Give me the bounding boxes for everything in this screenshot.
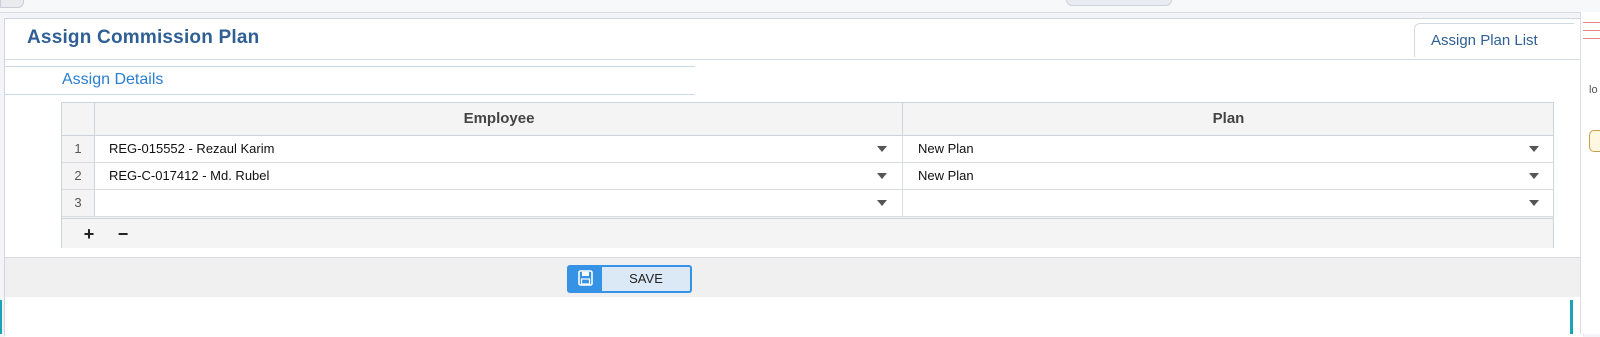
floppy-disk-icon <box>569 267 602 291</box>
row-number: 2 <box>62 163 95 189</box>
save-button[interactable]: SAVE <box>567 265 692 293</box>
action-bar: SAVE <box>5 257 1583 297</box>
chevron-down-icon[interactable] <box>877 146 887 152</box>
table-row[interactable]: 1 REG-015552 - Rezaul Karim New Plan <box>62 136 1553 163</box>
employee-value: REG-015552 - Rezaul Karim <box>109 141 275 156</box>
commission-plan-panel: Assign Commission Plan Assign Plan List … <box>4 18 1584 337</box>
divider <box>1583 22 1600 23</box>
chevron-down-icon[interactable] <box>1529 146 1539 152</box>
divider <box>1583 38 1600 39</box>
plan-select[interactable]: New Plan <box>904 136 1553 162</box>
assign-details-grid: Employee Plan 1 REG-015552 - Rezaul Kari… <box>61 102 1554 248</box>
section-title: Assign Details <box>62 71 164 88</box>
plan-value: New Plan <box>918 141 974 156</box>
chevron-down-icon[interactable] <box>1529 200 1539 206</box>
chevron-down-icon[interactable] <box>1529 173 1539 179</box>
row-number: 3 <box>62 190 95 216</box>
employee-select[interactable]: REG-C-017412 - Md. Rubel <box>96 163 903 189</box>
employee-column-header: Employee <box>96 103 903 135</box>
plan-select[interactable]: New Plan <box>904 163 1553 189</box>
employee-select[interactable]: REG-015552 - Rezaul Karim <box>96 136 903 162</box>
section-header: Assign Details <box>5 66 695 95</box>
remove-row-button[interactable]: − <box>112 223 134 245</box>
browser-tab-fragment <box>0 0 24 8</box>
table-row[interactable]: 3 <box>62 190 1553 217</box>
panel-bottom <box>5 297 1583 337</box>
plan-select[interactable] <box>904 190 1553 216</box>
divider <box>1583 30 1600 31</box>
panel-header: Assign Commission Plan Assign Plan List <box>5 19 1583 60</box>
right-adjacent-window: lo <box>1580 12 1600 334</box>
employee-value: REG-C-017412 - Md. Rubel <box>109 168 270 183</box>
edge-handle[interactable] <box>1589 130 1600 152</box>
right-accent-edge <box>1570 300 1573 334</box>
page-title: Assign Commission Plan <box>27 27 260 48</box>
assign-plan-list-button[interactable]: Assign Plan List <box>1414 23 1574 57</box>
add-row-button[interactable]: + <box>78 223 100 245</box>
rownum-header <box>62 103 95 135</box>
table-row[interactable]: 2 REG-C-017412 - Md. Rubel New Plan <box>62 163 1553 190</box>
chevron-down-icon[interactable] <box>877 200 887 206</box>
save-label: SAVE <box>629 271 663 286</box>
plan-column-header: Plan <box>1212 110 1245 127</box>
grid-header: Employee Plan <box>62 103 1553 136</box>
chevron-down-icon[interactable] <box>877 173 887 179</box>
row-number: 1 <box>62 136 95 162</box>
browser-address-pill[interactable] <box>1066 0 1172 6</box>
grid-footer: + − <box>62 218 1553 248</box>
edge-text-fragment: lo <box>1589 84 1598 96</box>
employee-select[interactable] <box>96 190 903 216</box>
browser-top-strip <box>0 0 1600 13</box>
left-accent-edge <box>0 300 2 334</box>
plan-value: New Plan <box>918 168 974 183</box>
